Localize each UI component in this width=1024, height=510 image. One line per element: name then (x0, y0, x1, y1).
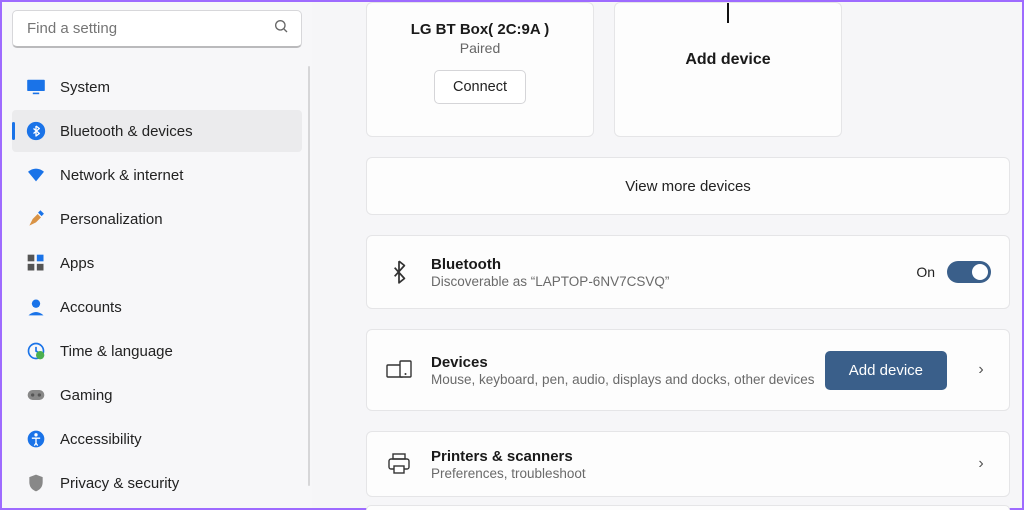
plus-icon (727, 3, 729, 23)
printers-row-text: Printers & scanners Preferences, trouble… (431, 448, 971, 481)
search-input-container[interactable] (12, 10, 302, 48)
sidebar-item-label: Bluetooth & devices (60, 123, 193, 140)
sidebar-item-personalization[interactable]: Personalization (12, 198, 302, 240)
printers-subtitle: Preferences, troubleshoot (431, 466, 971, 481)
sidebar-item-label: Gaming (60, 387, 113, 404)
gaming-icon (26, 385, 46, 405)
search-icon (273, 18, 289, 39)
devices-row-text: Devices Mouse, keyboard, pen, audio, dis… (431, 354, 825, 387)
sidebar-item-label: Network & internet (60, 167, 183, 184)
nav-scrollbar-track (308, 66, 310, 486)
connect-button[interactable]: Connect (434, 70, 526, 104)
bluetooth-title: Bluetooth (431, 256, 916, 273)
sidebar: System Bluetooth & devices Network & int… (2, 2, 312, 508)
chevron-right-icon: › (971, 361, 991, 379)
accessibility-icon (26, 429, 46, 449)
sidebar-item-label: Apps (60, 255, 94, 272)
sidebar-item-privacy[interactable]: Privacy & security (12, 462, 302, 504)
search-input[interactable] (25, 19, 273, 38)
bluetooth-row-text: Bluetooth Discoverable as “LAPTOP-6NV7CS… (431, 256, 916, 289)
bluetooth-toggle[interactable] (947, 261, 991, 283)
sidebar-item-apps[interactable]: Apps (12, 242, 302, 284)
bluetooth-toggle-area: On (916, 261, 991, 283)
sidebar-item-label: Privacy & security (60, 475, 179, 492)
view-more-devices-row[interactable]: View more devices (366, 157, 1010, 215)
sidebar-item-label: System (60, 79, 110, 96)
devices-row-icon (385, 356, 413, 384)
sidebar-item-network[interactable]: Network & internet (12, 154, 302, 196)
devices-subtitle: Mouse, keyboard, pen, audio, displays an… (431, 372, 825, 387)
time-language-icon (26, 341, 46, 361)
apps-icon (26, 253, 46, 273)
wifi-icon (26, 165, 46, 185)
nav-list: System Bluetooth & devices Network & int… (6, 66, 308, 504)
view-more-label: View more devices (625, 178, 751, 195)
devices-row[interactable]: Devices Mouse, keyboard, pen, audio, dis… (366, 329, 1010, 411)
add-device-card[interactable]: Add device (614, 2, 842, 137)
chevron-right-icon: › (971, 455, 991, 473)
shield-icon (26, 473, 46, 493)
bluetooth-icon (26, 121, 46, 141)
printers-title: Printers & scanners (431, 448, 971, 465)
printers-row[interactable]: Printers & scanners Preferences, trouble… (366, 431, 1010, 497)
device-status: Paired (460, 40, 500, 56)
device-name: LG BT Box( 2C:9A ) (411, 21, 550, 38)
sidebar-item-system[interactable]: System (12, 66, 302, 108)
printer-icon (385, 450, 413, 478)
sidebar-item-time-language[interactable]: Time & language (12, 330, 302, 372)
paired-device-card[interactable]: LG BT Box( 2C:9A ) Paired Connect (366, 2, 594, 137)
sidebar-item-gaming[interactable]: Gaming (12, 374, 302, 416)
sidebar-item-accounts[interactable]: Accounts (12, 286, 302, 328)
add-device-button[interactable]: Add device (825, 351, 947, 390)
system-icon (26, 77, 46, 97)
paintbrush-icon (26, 209, 46, 229)
sidebar-item-accessibility[interactable]: Accessibility (12, 418, 302, 460)
bluetooth-subtitle: Discoverable as “LAPTOP-6NV7CSVQ” (431, 274, 916, 289)
partial-row-bottom[interactable] (366, 505, 1010, 510)
sidebar-item-label: Accessibility (60, 431, 142, 448)
main-content: LG BT Box( 2C:9A ) Paired Connect Add de… (312, 2, 1022, 508)
bluetooth-toggle-row: Bluetooth Discoverable as “LAPTOP-6NV7CS… (366, 235, 1010, 309)
devices-title: Devices (431, 354, 825, 371)
sidebar-item-bluetooth-devices[interactable]: Bluetooth & devices (12, 110, 302, 152)
bluetooth-row-icon (385, 258, 413, 286)
sidebar-item-label: Personalization (60, 211, 163, 228)
sidebar-item-label: Accounts (60, 299, 122, 316)
add-device-label: Add device (685, 51, 770, 69)
window-frame: System Bluetooth & devices Network & int… (0, 0, 1024, 510)
accounts-icon (26, 297, 46, 317)
sidebar-item-label: Time & language (60, 343, 173, 360)
toggle-label: On (916, 264, 935, 280)
device-cards-row: LG BT Box( 2C:9A ) Paired Connect Add de… (366, 2, 1010, 137)
